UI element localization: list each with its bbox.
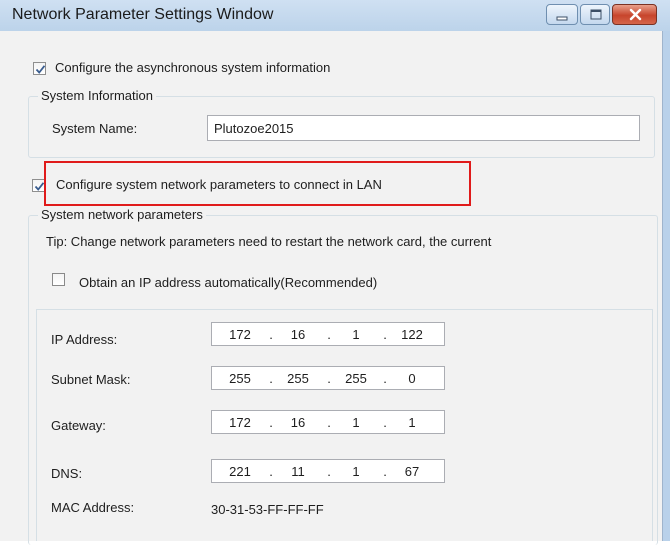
octet-separator: . <box>269 371 273 386</box>
auto-ip-label: Obtain an IP address automatically(Recom… <box>79 275 378 290</box>
ip-address-label: IP Address: <box>51 332 118 347</box>
ip-octet-4[interactable]: 122 <box>392 327 432 342</box>
gateway-octet-1[interactable]: 172 <box>220 415 260 430</box>
minimize-icon <box>556 16 568 21</box>
ip-octet-1[interactable]: 172 <box>220 327 260 342</box>
dns-label: DNS: <box>51 466 83 481</box>
highlight-box <box>44 161 471 206</box>
ip-address-field[interactable]: 172 . 16 . 1 . 122 <box>211 322 445 346</box>
dns-field[interactable]: 221 . 11 . 1 . 67 <box>211 459 445 483</box>
mac-address-value: 30-31-53-FF-FF-FF <box>211 502 324 517</box>
minimize-button[interactable] <box>546 4 578 25</box>
dns-octet-4[interactable]: 67 <box>392 464 432 479</box>
subnet-mask-field[interactable]: 255 . 255 . 255 . 0 <box>211 366 445 390</box>
gateway-octet-2[interactable]: 16 <box>278 415 318 430</box>
title-bar[interactable]: Network Parameter Settings Window <box>0 0 670 31</box>
maximize-icon <box>590 9 602 20</box>
octet-separator: . <box>269 415 273 430</box>
subnet-mask-label: Subnet Mask: <box>51 372 131 387</box>
octet-separator: . <box>383 327 387 342</box>
dns-octet-2[interactable]: 11 <box>278 464 318 479</box>
octet-separator: . <box>269 464 273 479</box>
dns-octet-3[interactable]: 1 <box>336 464 376 479</box>
mac-address-label: MAC Address: <box>51 500 135 515</box>
system-name-input[interactable]: Plutozoe2015 <box>207 115 640 141</box>
system-information-legend: System Information <box>38 88 156 103</box>
octet-separator: . <box>383 371 387 386</box>
async-config-label: Configure the asynchronous system inform… <box>55 60 331 75</box>
checkmark-icon <box>35 65 46 74</box>
auto-ip-checkbox[interactable] <box>52 273 65 286</box>
ip-octet-2[interactable]: 16 <box>278 327 318 342</box>
subnet-octet-3[interactable]: 255 <box>336 371 376 386</box>
window-title: Network Parameter Settings Window <box>12 6 274 23</box>
gateway-label: Gateway: <box>51 418 106 433</box>
dns-octet-1[interactable]: 221 <box>220 464 260 479</box>
subnet-octet-2[interactable]: 255 <box>278 371 318 386</box>
subnet-octet-4[interactable]: 0 <box>392 371 432 386</box>
network-parameters-legend: System network parameters <box>38 207 206 222</box>
maximize-button[interactable] <box>580 4 610 25</box>
octet-separator: . <box>269 327 273 342</box>
octet-separator: . <box>327 371 331 386</box>
async-config-checkbox[interactable] <box>33 62 46 75</box>
octet-separator: . <box>383 464 387 479</box>
octet-separator: . <box>383 415 387 430</box>
subnet-octet-1[interactable]: 255 <box>220 371 260 386</box>
gateway-field[interactable]: 172 . 16 . 1 . 1 <box>211 410 445 434</box>
close-icon <box>629 8 642 21</box>
gateway-octet-4[interactable]: 1 <box>392 415 432 430</box>
close-button[interactable] <box>612 4 657 25</box>
system-name-label: System Name: <box>52 121 138 136</box>
octet-separator: . <box>327 464 331 479</box>
octet-separator: . <box>327 415 331 430</box>
octet-separator: . <box>327 327 331 342</box>
gateway-octet-3[interactable]: 1 <box>336 415 376 430</box>
ip-octet-3[interactable]: 1 <box>336 327 376 342</box>
restart-tip-text: Tip: Change network parameters need to r… <box>46 234 492 249</box>
